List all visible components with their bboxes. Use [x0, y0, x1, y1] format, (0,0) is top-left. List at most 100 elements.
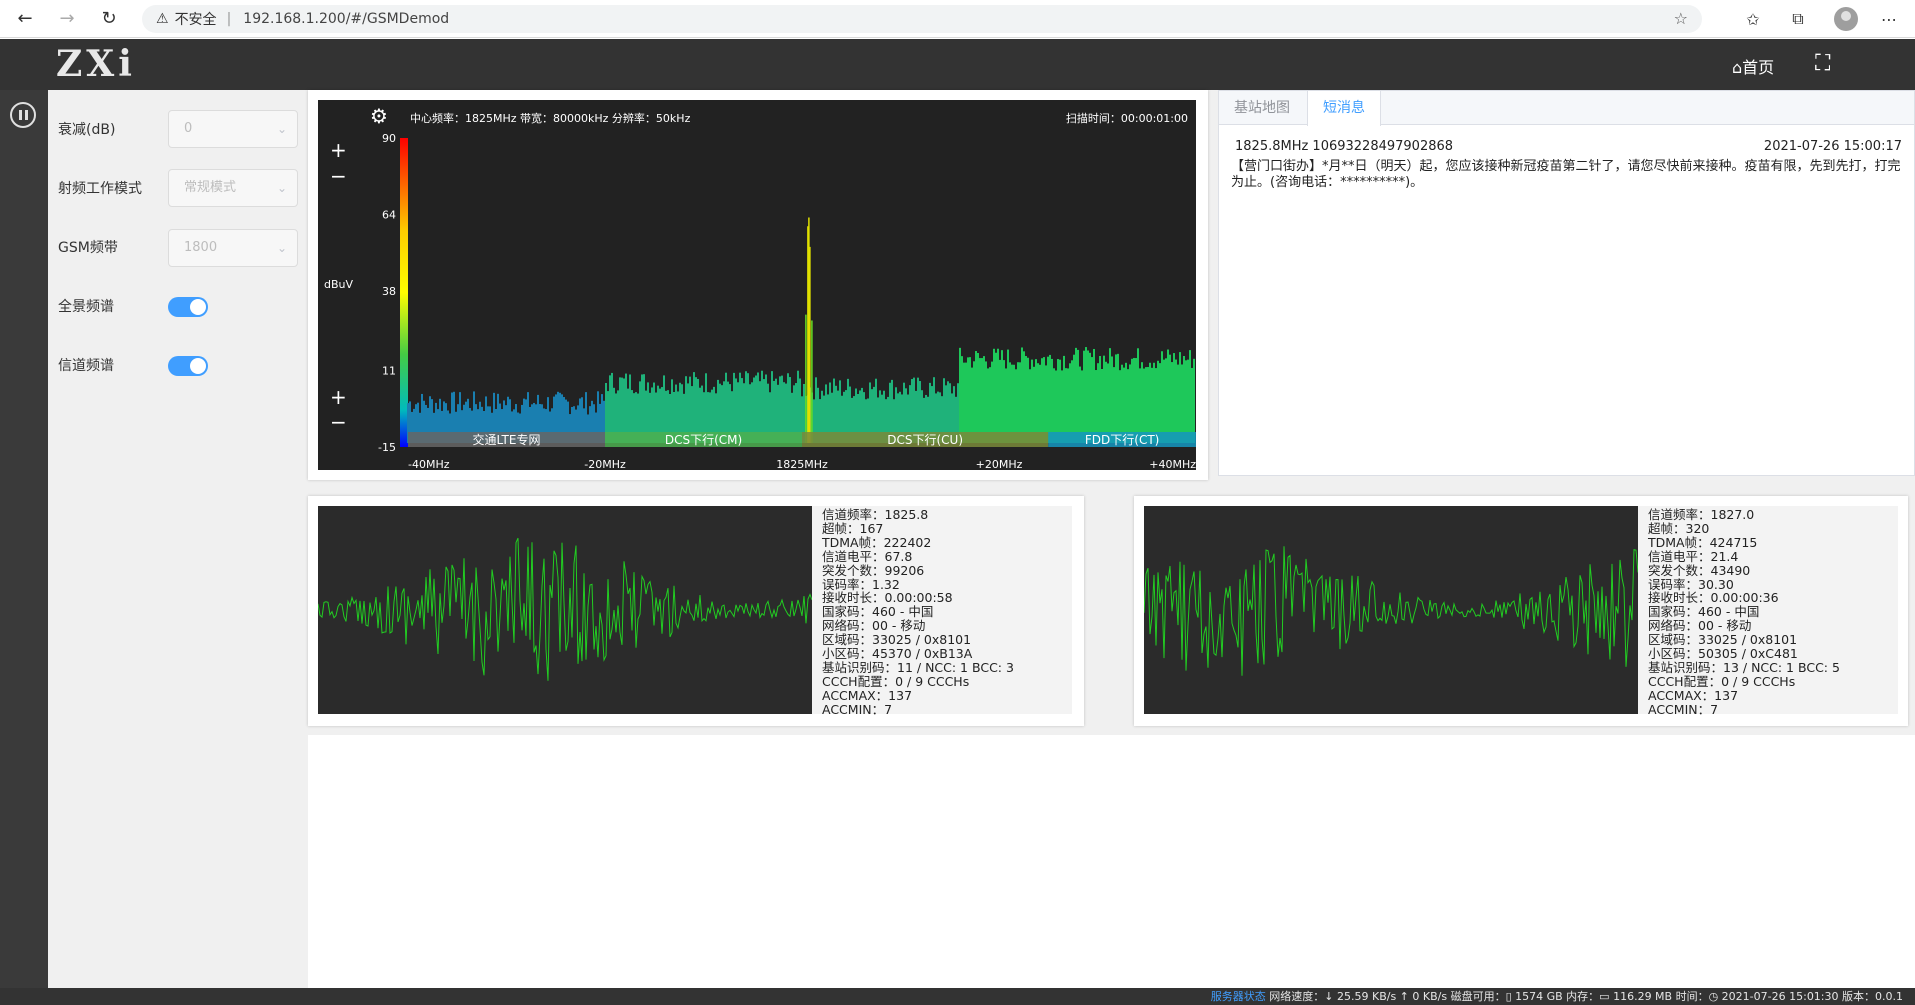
- address-bar[interactable]: ⚠ 不安全 | 192.168.1.200/#/GSMDemod ☆: [142, 5, 1702, 33]
- info-line: 信道频率：1825.8: [822, 507, 929, 522]
- info-line: 区域码：33025 / 0x8101: [1648, 632, 1798, 648]
- channel-spectrum-label: 信道频谱: [58, 358, 114, 374]
- channel-2-info: 信道频率：1827.0 超帧：320 TDMA帧：424715 信道电平：21.…: [1638, 506, 1898, 717]
- tab-base-station-map[interactable]: 基站地图: [1219, 91, 1305, 125]
- gear-icon[interactable]: ⚙: [370, 104, 388, 128]
- channel-1-wave-svg: [317, 537, 813, 681]
- gsm-band-label: GSM频带: [58, 240, 118, 256]
- settings-panel: 衰减(dB) 0 ⌄ 射频工作模式 常规模式 ⌄ GSM频带 1800 ⌄ 全景频谱 …: [48, 90, 308, 988]
- status-bar: 服务器状态 网络速度：↓ 25.59 KB/s ↑ 0 KB/s 磁盘可用：▯ …: [0, 988, 1915, 1005]
- address-separator: |: [226, 11, 232, 27]
- spectrum-header-left: 中心频率：1825MHz 带宽：80000kHz 分辨率：50kHz: [410, 112, 691, 125]
- channel-card-1: 信道频率：1825.8 超帧：167 TDMA帧：222402 信道电平：67.…: [308, 496, 1084, 726]
- info-line: 基站识别码：13 / NCC: 1 BCC: 5: [1648, 659, 1840, 675]
- chevron-down-icon: ⌄: [276, 181, 287, 195]
- info-line: ACCMIN：7: [822, 701, 893, 717]
- message-frequency-id: 1825.8MHz 10693228497902868: [1235, 139, 1454, 154]
- x-tick-label: 1825MHz: [776, 458, 828, 470]
- info-line: CCCH配置：0 / 9 CCCHs: [1648, 673, 1796, 689]
- x-tick-label: +40MHz: [1149, 458, 1196, 470]
- add-favorite-icon[interactable]: ☆: [1674, 9, 1688, 28]
- spectrum-display[interactable]: 交通LTE专网 DCS下行(CM) DCS下行(CU) FDD下行(CT) 90 64 3…: [318, 100, 1196, 470]
- info-line: 误码率：1.32: [822, 576, 900, 592]
- y-tick-label: 38: [382, 285, 396, 298]
- attenuation-label: 衰减(dB): [58, 122, 116, 138]
- x-tick-label: +20MHz: [976, 458, 1023, 470]
- info-line: ACCMAX：137: [822, 687, 913, 703]
- back-button[interactable]: ←: [8, 4, 42, 34]
- attenuation-value: 0: [184, 121, 193, 136]
- fullscreen-icon[interactable]: ⛶: [1815, 51, 1830, 76]
- rf-mode-select[interactable]: 常规模式 ⌄: [168, 169, 298, 207]
- insecure-label: 不安全: [174, 12, 217, 28]
- gsm-band-value: 1800: [184, 240, 218, 255]
- x-tick-label: -20MHz: [584, 458, 626, 470]
- zoom-out-top-button[interactable]: −: [330, 164, 347, 188]
- info-line: 小区码：45370 / 0xB13A: [822, 646, 973, 662]
- chevron-down-icon: ⌄: [276, 122, 287, 136]
- x-tick-label: -40MHz: [408, 458, 450, 470]
- warning-icon: ⚠: [156, 11, 169, 27]
- info-line: CCCH配置：0 / 9 CCCHs: [822, 673, 970, 689]
- info-line: ACCMIN：7: [1648, 701, 1719, 717]
- channel-2-waveform: [1143, 506, 1639, 714]
- y-axis-unit: dBuV: [324, 278, 354, 291]
- y-tick-label: 64: [382, 209, 396, 222]
- info-tabs-panel: 基站地图 短消息 1825.8MHz 10693228497902868 202…: [1218, 90, 1915, 476]
- profile-avatar[interactable]: [1834, 7, 1858, 31]
- spectrum-svg: 交通LTE专网 DCS下行(CM) DCS下行(CU) FDD下行(CT) 90 64 3…: [378, 132, 1196, 470]
- tab-short-message[interactable]: 短消息: [1307, 91, 1381, 126]
- forward-button[interactable]: →: [50, 4, 84, 34]
- browser-toolbar: ← → ↻ ⚠ 不安全 | 192.168.1.200/#/GSMDemod ☆…: [0, 0, 1915, 38]
- info-line: 信道电平：67.8: [822, 548, 913, 564]
- zoom-in-bottom-button[interactable]: +: [330, 385, 347, 409]
- info-line: 超帧：320: [1648, 520, 1710, 536]
- panorama-label: 全景频谱: [58, 299, 114, 315]
- channel-1-info: 信道频率：1825.8 超帧：167 TDMA帧：222402 信道电平：67.…: [812, 506, 1072, 717]
- more-menu-icon[interactable]: ⋯: [1876, 7, 1902, 31]
- zxi-logo: ZXi: [56, 43, 136, 85]
- collections-icon[interactable]: ⧉: [1785, 7, 1811, 31]
- info-line: 国家码：460 - 中国: [1648, 604, 1760, 620]
- pause-icon[interactable]: [10, 102, 36, 128]
- home-link[interactable]: ⌂首页: [1732, 54, 1774, 78]
- info-line: 突发个数：99206: [822, 562, 925, 578]
- y-tick-label: 90: [382, 132, 396, 145]
- url-text[interactable]: 192.168.1.200/#/GSMDemod: [243, 11, 449, 27]
- status-text: 网络速度：↓ 25.59 KB/s ↑ 0 KB/s 磁盘可用：▯ 1574 G…: [1269, 990, 1903, 1003]
- channel-2-wave-svg: [1143, 546, 1639, 676]
- attenuation-select[interactable]: 0 ⌄: [168, 110, 298, 148]
- chevron-down-icon: ⌄: [276, 241, 287, 255]
- band-label: DCS下行(CM): [665, 433, 742, 447]
- zoom-in-top-button[interactable]: +: [330, 138, 347, 162]
- y-tick-label: -15: [378, 441, 396, 454]
- app-header: ZXi ⌂首页 ⛶: [0, 39, 1915, 90]
- gsm-band-select[interactable]: 1800 ⌄: [168, 229, 298, 267]
- band-label: FDD下行(CT): [1085, 433, 1159, 447]
- info-line: 信道频率：1827.0: [1648, 507, 1755, 522]
- color-scale-bar: [400, 138, 408, 447]
- reload-button[interactable]: ↻: [92, 4, 126, 34]
- zoom-out-bottom-button[interactable]: −: [330, 410, 347, 434]
- panorama-toggle[interactable]: [168, 297, 208, 317]
- info-line: 突发个数：43490: [1648, 562, 1751, 578]
- tabs-header: 基站地图 短消息: [1219, 91, 1914, 126]
- favorites-icon[interactable]: ✩: [1740, 7, 1766, 31]
- info-line: 接收时长：0.00:00:58: [822, 590, 953, 606]
- info-line: 误码率：30.30: [1648, 576, 1734, 592]
- y-tick-label: 11: [382, 364, 396, 377]
- info-line: 小区码：50305 / 0xC481: [1648, 646, 1798, 662]
- message-body: 【营门口街办】*月**日（明天）起，您应该接种新冠疫苗第二针了，请您尽快前来接种…: [1231, 159, 1901, 190]
- info-line: 国家码：460 - 中国: [822, 604, 934, 620]
- band-label: DCS下行(CU): [887, 433, 963, 447]
- info-line: 接收时长：0.00:00:36: [1648, 590, 1779, 606]
- left-toolbar: [0, 90, 48, 988]
- info-line: TDMA帧：424715: [1648, 534, 1758, 550]
- info-line: ACCMAX：137: [1648, 687, 1739, 703]
- main-blank-area: [308, 735, 1915, 988]
- server-status-link[interactable]: 服务器状态: [1211, 990, 1266, 1003]
- channel-1-waveform: [317, 506, 813, 714]
- channel-card-2: 信道频率：1827.0 超帧：320 TDMA帧：424715 信道电平：21.…: [1134, 496, 1908, 726]
- channel-spectrum-toggle[interactable]: [168, 356, 208, 376]
- rf-mode-value: 常规模式: [184, 180, 237, 195]
